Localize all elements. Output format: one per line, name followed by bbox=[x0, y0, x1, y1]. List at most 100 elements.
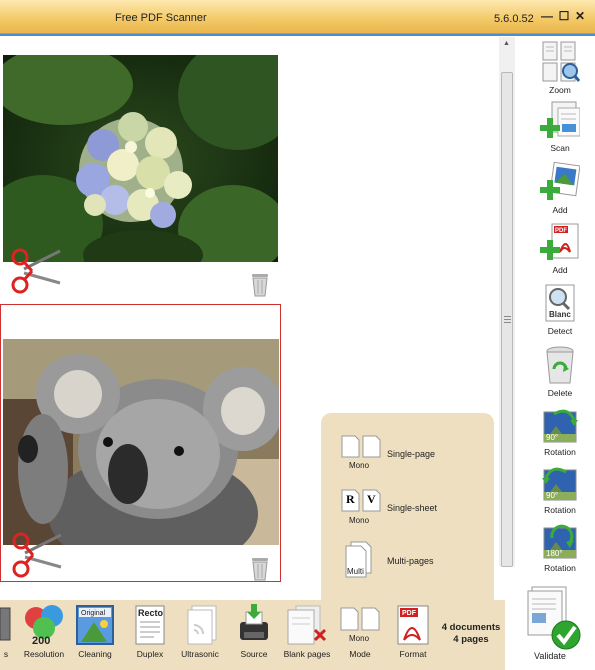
delete-label: Delete bbox=[547, 388, 573, 398]
title-divider bbox=[0, 34, 595, 36]
title-bar[interactable]: Free PDF Scanner 5.6.0.52 — ☐ ✕ bbox=[0, 0, 595, 34]
partial-tool-button[interactable]: s bbox=[0, 604, 12, 659]
format-button[interactable]: PDF Format bbox=[392, 604, 434, 659]
svg-text:PDF: PDF bbox=[402, 610, 417, 617]
split-scissors-icon[interactable] bbox=[10, 245, 62, 300]
scroll-up-icon[interactable]: ▲ bbox=[503, 40, 510, 47]
scroll-grip bbox=[504, 322, 511, 323]
pages-count: 4 pages bbox=[453, 634, 489, 645]
resolution-button[interactable]: 200 Resolution bbox=[22, 604, 66, 659]
rotation-label: Rotation bbox=[544, 447, 576, 457]
validate-button[interactable]: Validate bbox=[526, 585, 586, 665]
single-sheet-sublabel: Mono bbox=[349, 516, 370, 525]
rotate-90-right-icon: 90° bbox=[543, 409, 578, 443]
mode-icon: Mono bbox=[340, 607, 380, 643]
scanner-source-icon bbox=[240, 604, 268, 640]
page-thumbnail-1[interactable] bbox=[3, 55, 278, 262]
scan-icon bbox=[540, 101, 580, 138]
validate-label: Validate bbox=[534, 651, 566, 661]
ultrasonic-label: Ultrasonic bbox=[181, 649, 219, 659]
rotation-label: Rotation bbox=[544, 563, 576, 573]
source-label: Source bbox=[240, 649, 268, 659]
mode-label: Mode bbox=[349, 649, 371, 659]
verso-glyph: V bbox=[367, 492, 376, 506]
rotate-90-left-button[interactable]: 90° Rotation bbox=[530, 466, 590, 515]
hydrangea-photo bbox=[3, 55, 278, 262]
svg-text:Blanc: Blanc bbox=[549, 310, 571, 319]
add-pdf-button[interactable]: PDF Add bbox=[530, 222, 590, 275]
add-pdf-label: Add bbox=[552, 265, 568, 275]
zoom-button[interactable]: Zoom bbox=[530, 40, 590, 95]
svg-text:Mono: Mono bbox=[349, 634, 370, 643]
blank-pages-button[interactable]: Blank pages bbox=[282, 604, 332, 659]
cleaning-button[interactable]: Original Cleaning bbox=[74, 604, 116, 659]
multi-pages-label: Multi-pages bbox=[387, 556, 434, 566]
rotate-90-left-icon: 90° bbox=[542, 467, 577, 501]
validate-document-icon bbox=[527, 586, 581, 650]
resolution-icon: 200 bbox=[25, 605, 63, 647]
zoom-label: Zoom bbox=[549, 85, 571, 95]
source-button[interactable]: Source bbox=[232, 604, 276, 659]
detect-label: Detect bbox=[547, 326, 573, 336]
add-pdf-icon: PDF bbox=[540, 223, 579, 260]
partial-label: s bbox=[3, 649, 9, 659]
delete-button[interactable]: Delete bbox=[530, 345, 590, 398]
blank-pages-label: Blank pages bbox=[283, 649, 331, 659]
svg-text:180°: 180° bbox=[546, 549, 563, 558]
detect-blank-button[interactable]: Blanc Detect bbox=[530, 283, 590, 336]
svg-text:200: 200 bbox=[32, 635, 50, 646]
mode-button[interactable]: Mono Mode bbox=[338, 604, 382, 659]
trash-icon[interactable] bbox=[250, 271, 270, 302]
cleaning-icon: Original bbox=[76, 605, 114, 645]
duplex-label: Duplex bbox=[136, 649, 164, 659]
scroll-grip bbox=[504, 316, 511, 317]
document-summary: 4 documents 4 pages bbox=[438, 622, 504, 646]
svg-text:90°: 90° bbox=[546, 491, 558, 500]
svg-text:90°: 90° bbox=[546, 433, 558, 442]
close-button[interactable]: ✕ bbox=[573, 9, 587, 23]
rotate-180-button[interactable]: 180° Rotation bbox=[530, 524, 590, 573]
recycle-bin-icon bbox=[546, 346, 574, 384]
scan-button[interactable]: Scan bbox=[530, 100, 590, 153]
maximize-button[interactable]: ☐ bbox=[557, 9, 571, 23]
multi-pages-sublabel: Multi bbox=[347, 567, 364, 576]
recto-glyph: R bbox=[346, 492, 355, 506]
add-image-label: Add bbox=[552, 205, 568, 215]
single-page-sublabel: Mono bbox=[349, 461, 370, 470]
documents-count: 4 documents bbox=[441, 622, 501, 633]
rotation-label: Rotation bbox=[544, 505, 576, 515]
svg-text:Original: Original bbox=[81, 610, 106, 617]
version-label: 5.6.0.52 bbox=[494, 13, 534, 25]
koala-photo bbox=[3, 339, 279, 545]
trash-icon[interactable] bbox=[250, 555, 270, 586]
add-image-icon bbox=[540, 162, 580, 200]
app-window: Free PDF Scanner 5.6.0.52 — ☐ ✕ ▲ Zoom S… bbox=[0, 0, 595, 670]
document-page-2[interactable] bbox=[0, 304, 281, 582]
format-label: Format bbox=[399, 649, 427, 659]
duplex-icon: Recto bbox=[135, 605, 165, 645]
scan-label: Scan bbox=[550, 143, 570, 153]
detect-blank-icon: Blanc bbox=[545, 284, 575, 322]
page-thumbnail-2[interactable] bbox=[3, 339, 279, 545]
ultrasonic-icon bbox=[187, 605, 217, 645]
scroll-grip bbox=[504, 319, 511, 320]
rotate-180-icon: 180° bbox=[543, 524, 577, 559]
resolution-label: Resolution bbox=[23, 649, 65, 659]
add-image-button[interactable]: Add bbox=[530, 162, 590, 215]
single-sheet-option[interactable]: R V Mono Single-sheet bbox=[341, 489, 437, 528]
mode-popup: Mono Single-page R V Mono Single-sheet M… bbox=[321, 413, 494, 603]
svg-text:Recto: Recto bbox=[138, 608, 164, 618]
svg-text:PDF: PDF bbox=[555, 228, 567, 234]
single-sheet-label: Single-sheet bbox=[387, 503, 438, 513]
single-page-option[interactable]: Mono Single-page bbox=[341, 435, 435, 474]
multi-pages-option[interactable]: Multi Multi-pages bbox=[341, 541, 434, 586]
split-scissors-icon[interactable] bbox=[11, 529, 63, 584]
duplex-button[interactable]: Recto Duplex bbox=[130, 604, 170, 659]
pdf-format-icon: PDF bbox=[397, 605, 429, 645]
single-page-label: Single-page bbox=[387, 449, 436, 459]
document-page-1[interactable] bbox=[0, 38, 281, 300]
rotate-90-right-button[interactable]: 90° Rotation bbox=[530, 408, 590, 457]
minimize-button[interactable]: — bbox=[540, 9, 554, 23]
ultrasonic-button[interactable]: Ultrasonic bbox=[178, 604, 222, 659]
partial-icon bbox=[0, 607, 11, 641]
